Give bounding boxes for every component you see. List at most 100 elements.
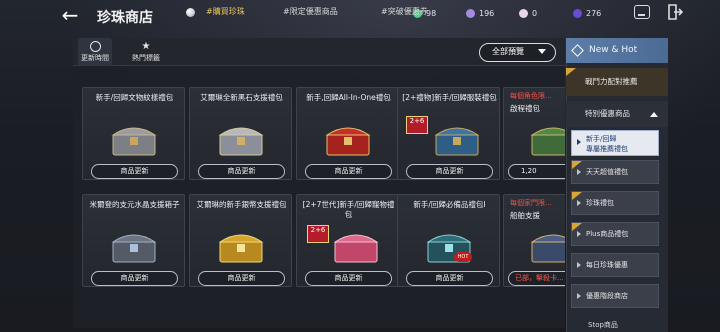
currency-violet-gem: 276 (573, 7, 601, 19)
purple-orb-icon (466, 8, 475, 18)
chest-icon (434, 127, 480, 156)
product-name: 艾爾琳全新黑石支援禮包 (200, 93, 283, 102)
new-flag-icon (572, 223, 582, 231)
new-flag-icon (572, 192, 582, 200)
product-card[interactable]: 新手/回歸必備品禮包I HOT 商品更新 (397, 194, 500, 287)
exit-icon[interactable] (667, 4, 683, 20)
new-flag-icon (572, 161, 582, 169)
sidebar-sub-daily-value[interactable]: 天天超值禮包 (571, 160, 659, 184)
chest-icon (530, 234, 565, 263)
hot-badge: HOT (454, 252, 472, 262)
product-card[interactable]: 米爾登的支元水晶支援箱子 商品更新 (82, 194, 185, 287)
chevron-down-icon (538, 49, 546, 54)
update-button[interactable]: 商品更新 (91, 271, 178, 286)
product-card[interactable]: [2+禮物]新手/回歸服裝禮包 2+6 商品更新 (397, 87, 500, 180)
filter-breakthrough[interactable]: #突破優惠券 (381, 6, 428, 17)
arrow-right-icon (577, 200, 581, 206)
update-button[interactable]: 商品更新 (305, 164, 392, 179)
tab-latest[interactable]: 更新時間 (78, 38, 112, 66)
product-name: 米爾登的支元水晶支援箱子 (89, 200, 180, 209)
product-card-partial[interactable]: 每個家門限... 船舶支援 已部，擊殺卡... (503, 194, 565, 287)
update-button[interactable]: 商品更新 (406, 164, 493, 179)
arrow-right-icon (577, 231, 581, 237)
twoplus-badge: 2+6 (307, 225, 329, 243)
back-arrow-icon[interactable]: ← (58, 4, 82, 26)
violet-gem-icon (573, 8, 582, 18)
chest-icon (111, 234, 157, 263)
update-button[interactable]: 商品更新 (198, 164, 285, 179)
currency-pearl: 0 (519, 7, 537, 19)
product-name: [2+禮物]新手/回歸服裝禮包 (402, 93, 497, 102)
product-card[interactable]: 新手,回歸All-In-One禮包 商品更新 (296, 87, 399, 180)
tab-popular[interactable]: ★ 熱門標籤 (126, 38, 166, 66)
sub-label: 優惠階段商店 (586, 292, 628, 300)
preview-all-dropdown[interactable]: 全部預覽 (479, 43, 556, 62)
currency-purple-orb: 196 (466, 7, 494, 19)
pearl-icon (186, 8, 195, 17)
limit-tag: 每個家門限... (510, 199, 552, 207)
product-card[interactable]: 艾爾琳全新黑石支援禮包 商品更新 (189, 87, 292, 180)
sub-label: Plus商品禮包 (586, 230, 629, 238)
product-name: 艾爾琳的新手銀幣支援禮包 (196, 200, 287, 209)
sub-label: 新手/回歸 專屬推薦禮包 (586, 135, 628, 153)
star-icon: ★ (141, 41, 151, 52)
tab-label: 更新時間 (81, 54, 109, 62)
tab-label: 熱門標籤 (132, 54, 160, 62)
sidebar-sub-newbie[interactable]: 新手/回歸 專屬推薦禮包 (571, 130, 659, 156)
arrow-right-icon (577, 293, 581, 299)
chest-icon (530, 127, 565, 156)
sidebar-sub-stage-shop[interactable]: 優惠階段商店 (571, 284, 659, 308)
product-name: 啟程禮包 (510, 104, 540, 113)
product-card[interactable]: 艾爾琳的新手銀幣支援禮包 商品更新 (189, 194, 292, 287)
product-card-partial[interactable]: 每個角色限... 啟程禮包 1,20 (503, 87, 565, 180)
limit-tag: 每個角色限... (510, 92, 552, 100)
sidebar-new-hot[interactable]: New & Hot (566, 38, 668, 63)
product-card[interactable]: 每個角色限... 啟程禮包 1,20 (503, 87, 565, 180)
currency-value: 276 (586, 8, 602, 18)
chest-icon (218, 234, 264, 263)
sidebar-label: 特別優惠商品 (585, 109, 630, 118)
event-button[interactable]: 已部，擊殺卡... (508, 271, 565, 286)
product-name: 新手/回歸文物紋樣禮包 (95, 93, 174, 102)
sidebar-label: New & Hot (589, 45, 638, 55)
sidebar-item-combat[interactable]: 戰鬥力配對推薦 (566, 68, 668, 96)
sub-label: 珍珠禮包 (586, 199, 614, 207)
product-name: [2+7世代]新手/回歸寵物禮包 (302, 200, 395, 219)
inventory-icon[interactable] (634, 5, 650, 19)
update-button[interactable]: 商品更新 (305, 271, 392, 286)
update-button[interactable]: 商品更新 (198, 271, 285, 286)
update-button[interactable]: 商品更新 (406, 271, 493, 286)
chest-icon (333, 234, 379, 263)
dropdown-label: 全部預覽 (492, 47, 524, 56)
top-bar: ← 珍珠商店 98 196 0 276 (0, 0, 720, 34)
price-button[interactable]: 1,20 (508, 164, 565, 179)
chest-icon (325, 127, 371, 156)
update-button[interactable]: 商品更新 (91, 164, 178, 179)
product-name: 新手/回歸必備品禮包I (413, 200, 486, 209)
arrow-right-icon (577, 169, 581, 175)
sub-label: 天天超值禮包 (586, 168, 628, 176)
arrow-right-icon (577, 139, 581, 145)
sub-label: 每日珍珠優惠 (586, 261, 628, 269)
arrow-right-icon (577, 262, 581, 268)
pearl-icon (519, 8, 528, 18)
chest-icon (218, 127, 264, 156)
new-flag-icon (566, 68, 576, 76)
product-card[interactable]: [2+7世代]新手/回歸寵物禮包 2+6 商品更新 (296, 194, 399, 287)
filter-limited[interactable]: #限定優惠商品 (283, 6, 338, 17)
product-card[interactable]: 新手/回歸文物紋樣禮包 商品更新 (82, 87, 185, 180)
sidebar-item-special[interactable]: 特別優惠商品 (566, 101, 668, 127)
currency-value: 0 (532, 8, 538, 18)
sidebar-item-more[interactable]: Stop商品 (566, 318, 668, 332)
product-name: 新手,回歸All-In-One禮包 (306, 93, 391, 102)
sidebar-sub-daily-pearl[interactable]: 每日珍珠優惠 (571, 253, 659, 277)
filter-pearl[interactable]: #購買珍珠 (206, 6, 245, 17)
currency-value: 196 (479, 8, 495, 18)
chevron-up-icon (650, 112, 658, 117)
page-title: 珍珠商店 (97, 10, 153, 26)
product-card[interactable]: 每個家門限... 船舶支援 已部，擊殺卡... (503, 194, 565, 287)
product-name: 船舶支援 (510, 211, 540, 220)
sidebar-sub-plus[interactable]: Plus商品禮包 (571, 222, 659, 246)
chest-icon (111, 127, 157, 156)
sidebar-sub-pearl-pack[interactable]: 珍珠禮包 (571, 191, 659, 215)
